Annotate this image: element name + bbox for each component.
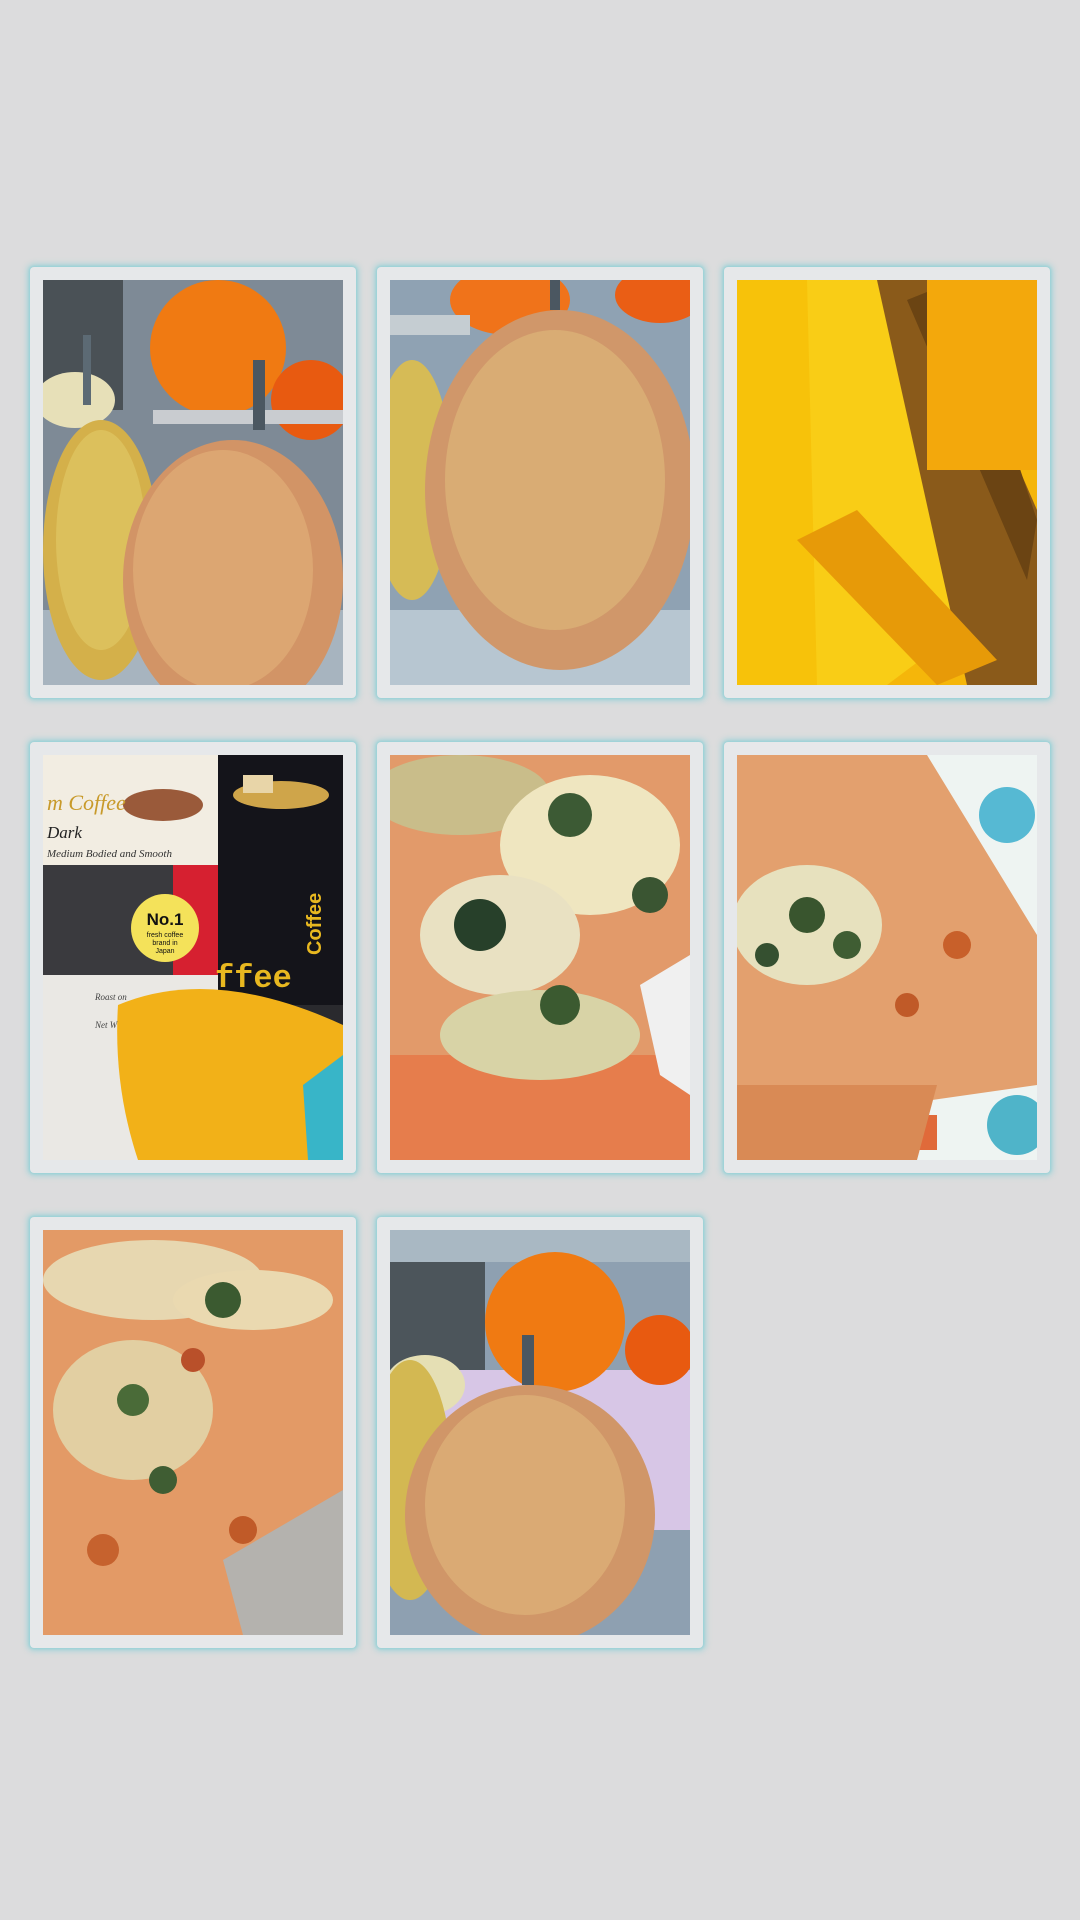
photo-pear-closeup <box>390 280 690 685</box>
photo-pear-fridge <box>390 1230 690 1635</box>
photo-tile-pears[interactable] <box>30 267 356 698</box>
coffee-image: m Coffee Dark Medium Bodied and Smooth N… <box>43 755 343 1160</box>
coffee-tagline-text: Medium Bodied and Smooth <box>46 848 172 860</box>
photo-pizza-closeup <box>390 755 690 1160</box>
can-side-text: Coffee <box>304 893 326 955</box>
mango-image <box>737 280 1037 685</box>
badge-line2-text: brand in <box>152 940 177 947</box>
photo-tile-pear-closeup[interactable] <box>377 267 703 698</box>
badge-title-text: No.1 <box>147 910 184 929</box>
weight-label-text: Net W <box>94 1020 119 1030</box>
photo-tile-pizza-tray[interactable] <box>30 1217 356 1648</box>
roast-label-text: Roast on <box>94 992 127 1002</box>
pizza-plate-image <box>737 755 1037 1160</box>
photo-mango <box>737 280 1037 685</box>
photo-pizza-plate <box>737 755 1037 1160</box>
pizza-tray-image <box>43 1230 343 1635</box>
photo-tile-mango[interactable] <box>724 267 1050 698</box>
pear-fridge-image <box>390 1230 690 1635</box>
photo-tile-pizza-closeup[interactable] <box>377 742 703 1173</box>
pizza-closeup-image <box>390 755 690 1160</box>
pear-closeup-image <box>390 280 690 685</box>
photo-tile-pizza-plate[interactable] <box>724 742 1050 1173</box>
photo-pizza-tray <box>43 1230 343 1635</box>
badge-line3-text: Japan <box>155 948 174 955</box>
pears-image <box>43 280 343 685</box>
photo-coffee-package: m Coffee Dark Medium Bodied and Smooth N… <box>43 755 343 1160</box>
coffee-roast-text: Dark <box>46 823 82 842</box>
badge-line1-text: fresh coffee <box>147 932 184 939</box>
photo-tile-coffee[interactable]: m Coffee Dark Medium Bodied and Smooth N… <box>30 742 356 1173</box>
coffee-brand-text: m Coffee <box>47 790 126 815</box>
can-text: ffee <box>215 960 292 997</box>
photo-tile-pear-fridge[interactable] <box>377 1217 703 1648</box>
photo-pears-orange <box>43 280 343 685</box>
